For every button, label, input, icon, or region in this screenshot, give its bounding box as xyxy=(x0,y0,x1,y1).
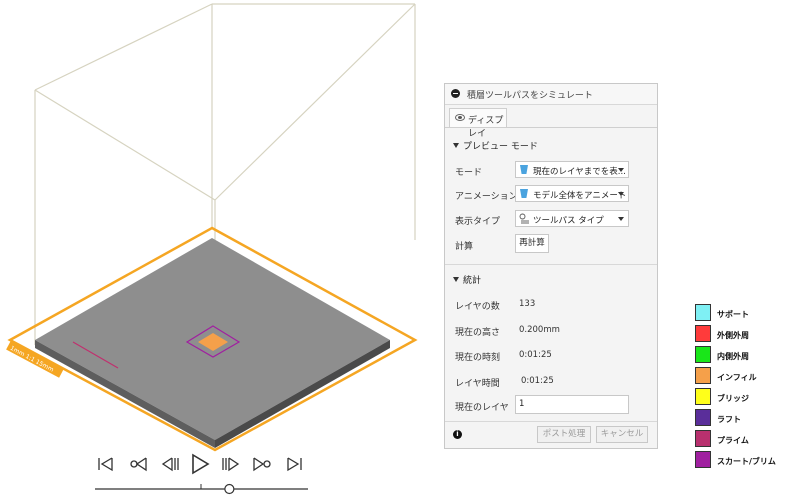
current-height-value: 0.200mm xyxy=(519,325,560,335)
post-process-button[interactable]: ポスト処理 xyxy=(537,426,591,443)
stats-section[interactable]: 統計 xyxy=(453,273,481,286)
animation-dropdown[interactable]: モデル全体をアニメート xyxy=(515,185,629,202)
legend-swatch xyxy=(695,325,711,342)
current-layer-input[interactable]: 1 xyxy=(515,395,629,414)
panel-titlebar: 積層ツールパスをシミュレート xyxy=(445,84,657,105)
tab-display[interactable]: ディスプレイ xyxy=(449,108,507,139)
layer-icon xyxy=(520,189,528,198)
play-icon[interactable] xyxy=(192,453,210,475)
skip-to-start-icon[interactable] xyxy=(98,457,113,472)
legend-label: プライム xyxy=(717,436,749,445)
preview-mode-section[interactable]: プレビュー モード xyxy=(453,139,538,152)
layer-count-label: レイヤの数 xyxy=(455,302,500,312)
3d-viewport[interactable]: 1mm 1:1 15mm xyxy=(0,0,440,500)
layer-count-value: 133 xyxy=(519,299,536,309)
legend-label: スカート/ブリム xyxy=(717,457,776,466)
chevron-down-icon xyxy=(618,217,624,221)
step-back-layer-icon[interactable] xyxy=(161,457,179,472)
animation-label: アニメーション xyxy=(455,192,518,202)
legend-swatch xyxy=(695,304,711,321)
build-volume-view: 1mm 1:1 15mm xyxy=(6,3,418,495)
step-forward-icon[interactable] xyxy=(253,457,271,472)
legend-label: ラフト xyxy=(717,415,741,424)
info-icon[interactable]: i xyxy=(453,430,462,439)
legend-swatch xyxy=(695,346,711,363)
mode-dropdown[interactable]: 現在のレイヤまでを表... xyxy=(515,161,629,178)
recalculate-button[interactable]: 再計算 xyxy=(515,234,549,253)
tab-display-label: ディスプレイ xyxy=(468,116,504,139)
collapse-icon[interactable] xyxy=(451,89,460,98)
skip-to-end-icon[interactable] xyxy=(287,457,302,472)
panel-title: 積層ツールパスをシミュレート xyxy=(467,91,593,101)
layer-icon xyxy=(520,165,528,174)
legend-swatch xyxy=(695,409,711,426)
current-time-value: 0:01:25 xyxy=(519,350,552,360)
mode-label: モード xyxy=(455,168,483,178)
step-back-icon[interactable] xyxy=(130,457,147,472)
playback-controls xyxy=(98,453,302,475)
legend-swatch xyxy=(695,451,711,468)
current-layer-label: 現在のレイヤ xyxy=(455,403,509,413)
expand-triangle-icon xyxy=(453,143,459,148)
layer-time-value: 0:01:25 xyxy=(521,376,554,386)
timeline-slider[interactable] xyxy=(95,483,308,495)
legend-label: ブリッジ xyxy=(717,394,749,403)
legend-label: インフィル xyxy=(717,373,757,382)
current-height-label: 現在の高さ xyxy=(455,328,501,338)
cancel-button[interactable]: キャンセル xyxy=(596,426,648,443)
step-forward-layer-icon[interactable] xyxy=(222,457,240,472)
eye-icon xyxy=(455,114,465,121)
chevron-down-icon xyxy=(618,192,624,196)
toolpath-type-icon xyxy=(519,213,529,224)
display-type-label: 表示タイプ xyxy=(455,217,501,227)
calc-label: 計算 xyxy=(455,242,474,252)
display-type-dropdown[interactable]: ツールパス タイプ xyxy=(515,210,629,227)
layer-time-label: レイヤ時間 xyxy=(455,379,500,389)
expand-triangle-icon xyxy=(453,277,459,282)
timeline-slider-handle[interactable] xyxy=(224,483,235,495)
chevron-down-icon xyxy=(618,168,624,172)
legend-label: 内側外周 xyxy=(717,352,749,361)
legend-swatch xyxy=(695,388,711,405)
legend-swatch xyxy=(695,367,711,384)
current-time-label: 現在の時刻 xyxy=(455,353,501,363)
legend-label: 外側外周 xyxy=(717,331,749,340)
legend-swatch xyxy=(695,430,711,447)
simulate-toolpath-panel: 積層ツールパスをシミュレート ディスプレイ プレビュー モード モード 現在のレ… xyxy=(444,83,658,449)
legend-label: サポート xyxy=(717,310,749,319)
